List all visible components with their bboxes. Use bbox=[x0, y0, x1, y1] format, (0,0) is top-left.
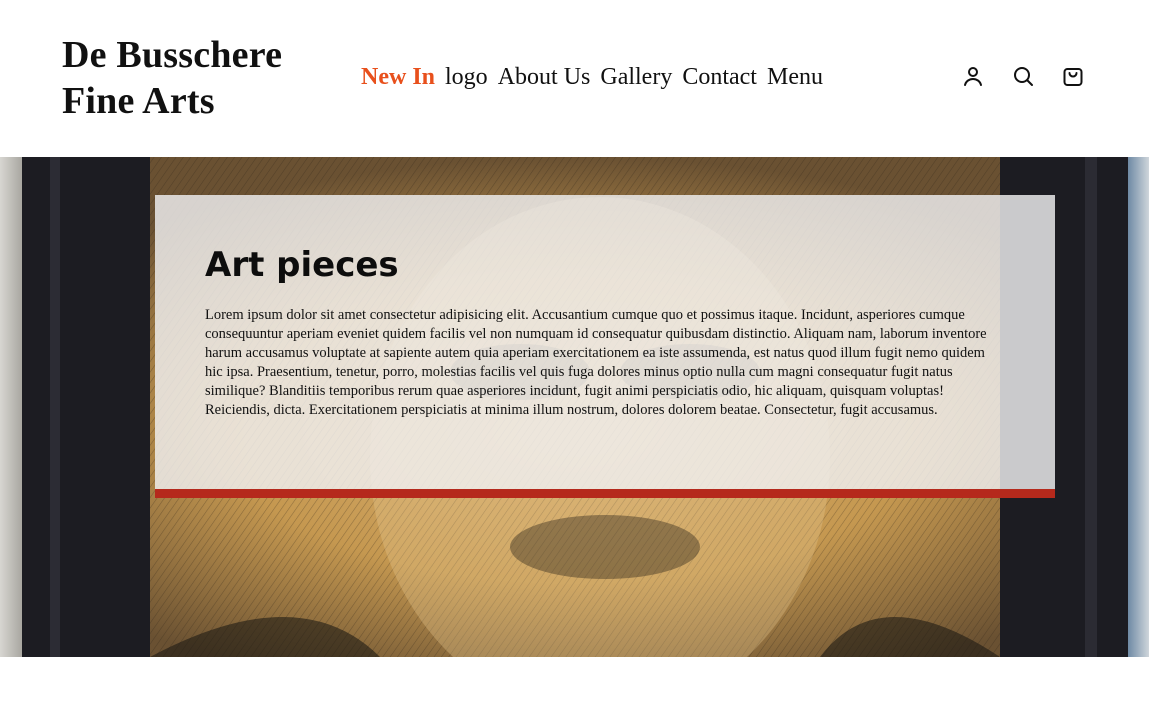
header-actions bbox=[960, 63, 1086, 89]
section-description: Lorem ipsum dolor sit amet consectetur a… bbox=[205, 307, 987, 418]
shopping-bag-icon[interactable] bbox=[1060, 63, 1086, 89]
nav-contact[interactable]: Contact bbox=[682, 60, 757, 94]
nav-logo[interactable]: logo bbox=[445, 60, 488, 94]
nav-new-in[interactable]: New In bbox=[361, 60, 435, 94]
intro-panel: Art pieces Lorem ipsum dolor sit amet co… bbox=[155, 195, 1055, 498]
main-nav: New In logo About Us Gallery Contact Men… bbox=[361, 60, 823, 94]
nav-about-us[interactable]: About Us bbox=[498, 60, 591, 94]
account-icon[interactable] bbox=[960, 63, 986, 89]
brand-line-2: Fine Arts bbox=[62, 80, 215, 122]
hero-banner: Art pieces Lorem ipsum dolor sit amet co… bbox=[0, 157, 1149, 657]
nav-menu[interactable]: Menu bbox=[767, 60, 823, 94]
brand-logo[interactable]: De Busschere Fine Arts bbox=[62, 32, 282, 124]
nav-gallery[interactable]: Gallery bbox=[600, 60, 672, 94]
search-icon[interactable] bbox=[1010, 63, 1036, 89]
site-header: De Busschere Fine Arts New In logo About… bbox=[0, 0, 1149, 157]
section-title: Art pieces bbox=[205, 245, 399, 285]
brand-line-1: De Busschere bbox=[62, 34, 283, 76]
